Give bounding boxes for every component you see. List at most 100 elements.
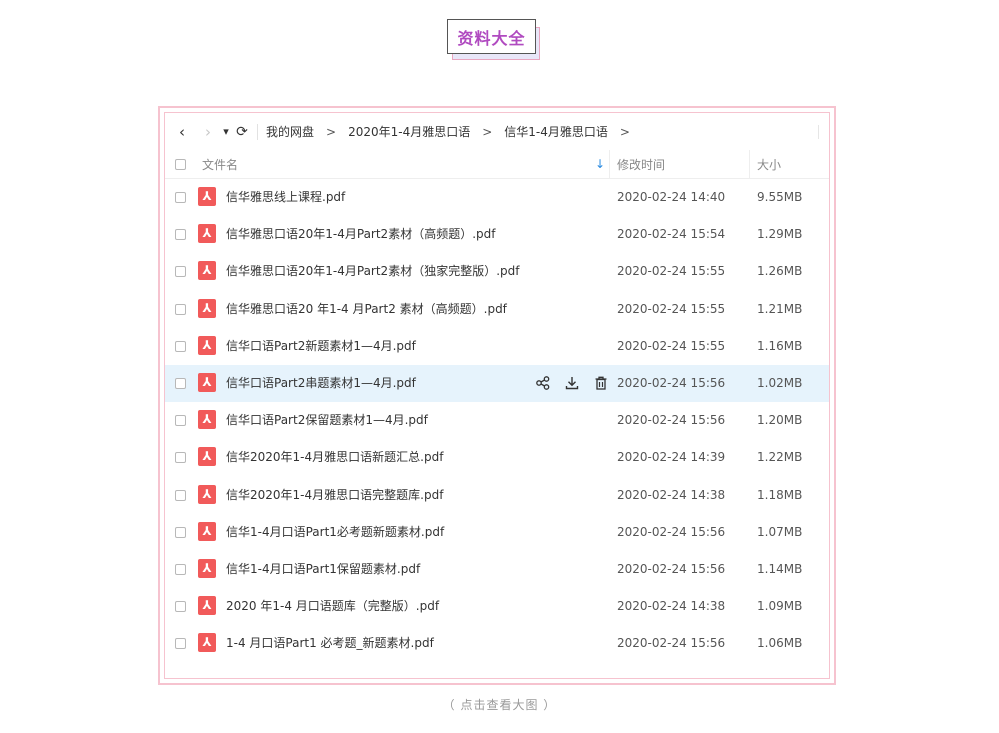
pdf-file-icon: ⅄ [198, 410, 216, 430]
toolbar-right-divider [818, 125, 819, 139]
file-name[interactable]: 信华雅思线上课程.pdf [226, 179, 345, 216]
breadcrumb-item-folder[interactable]: 2020年1-4月雅思口语 [348, 123, 470, 140]
file-modified-time: 2020-02-24 15:56 [617, 413, 726, 428]
column-size[interactable]: 大小 [757, 150, 781, 178]
row-checkbox[interactable] [175, 303, 186, 315]
pdf-file-icon: ⅄ [198, 224, 216, 244]
file-name[interactable]: 信华1-4月口语Part1保留题素材.pdf [226, 551, 420, 588]
file-modified-time: 2020-02-24 14:40 [617, 190, 726, 204]
row-checkbox[interactable] [175, 489, 186, 501]
file-browser: ‹ › ▾ ⟳ 我的网盘 > 2020年1-4月雅思口语 > 信华1-4月雅思口… [164, 112, 830, 679]
file-name[interactable]: 信华1-4月口语Part1必考题新题素材.pdf [226, 514, 444, 551]
download-icon[interactable] [564, 375, 580, 391]
back-icon[interactable]: ‹ [173, 123, 191, 141]
file-size: 1.20MB [757, 413, 803, 428]
title-badge-label: 资料大全 [447, 19, 536, 54]
breadcrumb-item-current[interactable]: 信华1-4月雅思口语 [504, 123, 608, 140]
file-size: 9.55MB [757, 190, 803, 204]
file-row[interactable]: ⅄ 信华1-4月口语Part1保留题素材.pdf 2020-02-24 15:56 1… [165, 551, 829, 588]
delete-icon[interactable] [593, 375, 609, 391]
file-row[interactable]: ⅄ 信华1-4月口语Part1必考题新题素材.pdf 2020-02-24 15:5… [165, 514, 829, 551]
table-header: 文件名 ↓ 修改时间 大小 [165, 150, 829, 179]
file-size: 1.26MB [757, 264, 803, 279]
file-row[interactable]: ⅄ 1-4 月口语Part1 必考题_新题素材.pdf 2020-02-24 15:… [165, 625, 829, 662]
view-large-caption[interactable]: （ 点击查看大图 ） [0, 696, 999, 713]
row-checkbox[interactable] [175, 192, 186, 203]
refresh-icon[interactable]: ⟳ [233, 124, 251, 140]
column-divider [609, 150, 610, 178]
row-checkbox[interactable] [175, 452, 186, 464]
row-checkbox[interactable] [175, 378, 186, 389]
row-checkbox[interactable] [175, 340, 186, 352]
file-modified-time: 2020-02-24 15:54 [617, 227, 726, 242]
column-name[interactable]: 文件名 [202, 150, 238, 178]
column-modified-time[interactable]: 修改时间 [617, 150, 665, 178]
row-actions [535, 375, 609, 391]
pdf-file-icon: ⅄ [198, 484, 216, 504]
file-size: 1.29MB [757, 227, 803, 242]
file-modified-time: 2020-02-24 15:55 [617, 301, 726, 316]
file-name[interactable]: 信华2020年1-4月雅思口语完整题库.pdf [226, 477, 443, 514]
file-size: 1.22MB [757, 450, 803, 465]
file-size: 1.06MB [757, 636, 803, 651]
row-checkbox[interactable] [175, 638, 186, 650]
row-checkbox[interactable] [175, 526, 186, 538]
pdf-file-icon: ⅄ [198, 633, 216, 653]
sort-arrow-icon[interactable]: ↓ [595, 150, 605, 178]
file-name[interactable]: 信华2020年1-4月雅思口语新题汇总.pdf [226, 439, 443, 476]
file-row[interactable]: ⅄ 信华2020年1-4月雅思口语新题汇总.pdf 2020-02-24 14:39… [165, 439, 829, 476]
file-row[interactable]: ⅄ 信华雅思口语20 年1-4 月Part2 素材（高频题）.pdf 2020-02… [165, 291, 829, 328]
file-modified-time: 2020-02-24 15:55 [617, 338, 726, 353]
file-modified-time: 2020-02-24 14:39 [617, 450, 726, 465]
column-divider [749, 150, 750, 178]
file-modified-time: 2020-02-24 15:56 [617, 524, 726, 539]
breadcrumb-arrow: > [482, 124, 493, 139]
pdf-file-icon: ⅄ [198, 596, 216, 616]
file-name[interactable]: 信华口语Part2保留题素材1—4月.pdf [226, 402, 428, 439]
pdf-file-icon: ⅄ [198, 447, 216, 467]
file-name[interactable]: 信华雅思口语20 年1-4 月Part2 素材（高频题）.pdf [226, 291, 507, 328]
file-size: 1.18MB [757, 487, 803, 502]
file-modified-time: 2020-02-24 15:56 [617, 636, 726, 651]
row-checkbox[interactable] [175, 229, 186, 241]
forward-icon[interactable]: › [199, 123, 217, 141]
toolbar-divider [257, 123, 258, 140]
pdf-file-icon: ⅄ [198, 187, 216, 206]
file-name[interactable]: 信华口语Part2串题素材1—4月.pdf [226, 365, 416, 402]
file-modified-time: 2020-02-24 15:56 [617, 562, 726, 576]
file-row[interactable]: ⅄ 信华口语Part2新题素材1—4月.pdf 2020-02-24 15:55 1.… [165, 328, 829, 365]
file-modified-time: 2020-02-24 14:38 [617, 599, 726, 614]
file-row[interactable]: ⅄ 信华雅思线上课程.pdf 2020-02-24 14:40 9.55MB [165, 179, 829, 216]
file-modified-time: 2020-02-24 15:56 [617, 376, 726, 390]
file-row[interactable]: ⅄ 2020 年1-4 月口语题库（完整版）.pdf 2020-02-24 14:3… [165, 588, 829, 625]
file-modified-time: 2020-02-24 15:55 [617, 264, 726, 279]
row-checkbox[interactable] [175, 564, 186, 575]
file-name[interactable]: 2020 年1-4 月口语题库（完整版）.pdf [226, 588, 439, 625]
file-size: 1.16MB [757, 338, 803, 353]
row-checkbox[interactable] [175, 415, 186, 427]
file-size: 1.07MB [757, 524, 803, 539]
pdf-file-icon: ⅄ [198, 521, 216, 541]
file-row[interactable]: ⅄ 信华口语Part2保留题素材1—4月.pdf 2020-02-24 15:56 1… [165, 402, 829, 439]
file-name[interactable]: 信华雅思口语20年1-4月Part2素材（独家完整版）.pdf [226, 253, 519, 290]
file-row[interactable]: ⅄ 信华雅思口语20年1-4月Part2素材（独家完整版）.pdf 2020-02-… [165, 253, 829, 290]
row-checkbox[interactable] [175, 266, 186, 278]
pdf-file-icon: ⅄ [198, 298, 216, 318]
file-row[interactable]: ⅄ 信华雅思口语20年1-4月Part2素材（高频题）.pdf 2020-02-24… [165, 216, 829, 253]
screenshot-frame[interactable]: ‹ › ▾ ⟳ 我的网盘 > 2020年1-4月雅思口语 > 信华1-4月雅思口… [158, 106, 836, 685]
share-icon[interactable] [535, 375, 551, 391]
select-all-checkbox[interactable] [175, 150, 186, 178]
dropdown-icon[interactable]: ▾ [219, 125, 233, 138]
file-name[interactable]: 信华口语Part2新题素材1—4月.pdf [226, 328, 416, 365]
file-row[interactable]: ⅄ 信华2020年1-4月雅思口语完整题库.pdf 2020-02-24 14:38… [165, 477, 829, 514]
pdf-file-icon: ⅄ [198, 559, 216, 578]
file-name[interactable]: 1-4 月口语Part1 必考题_新题素材.pdf [226, 625, 434, 662]
row-checkbox[interactable] [175, 601, 186, 613]
file-name[interactable]: 信华雅思口语20年1-4月Part2素材（高频题）.pdf [226, 216, 495, 253]
file-size: 1.14MB [757, 562, 803, 576]
file-row[interactable]: ⅄ 信华口语Part2串题素材1—4月.pdf 2020-02-24 15:56 1.… [165, 365, 829, 402]
file-modified-time: 2020-02-24 14:38 [617, 487, 726, 502]
breadcrumb-item-root[interactable]: 我的网盘 [266, 123, 314, 140]
title-badge: 资料大全 [447, 19, 542, 61]
pdf-file-icon: ⅄ [198, 261, 216, 281]
